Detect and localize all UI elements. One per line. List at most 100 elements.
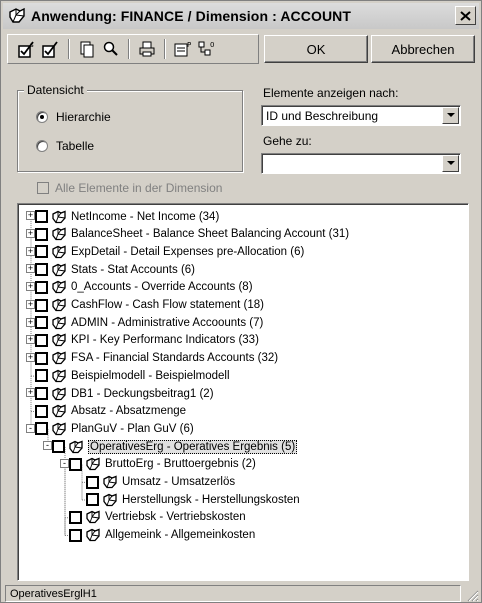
member-icon xyxy=(52,316,66,329)
tree-checkbox[interactable] xyxy=(35,316,48,330)
svg-text:s: s xyxy=(30,41,34,49)
find-button[interactable] xyxy=(100,38,122,60)
tree-item-label: CashFlow - Cash Flow statement (18) xyxy=(71,299,265,311)
tree-checkbox[interactable] xyxy=(35,245,48,259)
expand-button[interactable]: + xyxy=(26,246,35,256)
properties-button[interactable]: P xyxy=(172,38,194,60)
dropdown-arrow-icon xyxy=(446,113,455,117)
toolbar: s P 0 xyxy=(7,34,259,64)
print-button[interactable] xyxy=(136,38,158,60)
tree-checkbox[interactable] xyxy=(35,369,48,383)
tree-item[interactable]: BruttoErg - Bruttoergebnis (2) xyxy=(69,456,256,473)
tree-checkbox[interactable] xyxy=(86,475,99,489)
expand-button[interactable]: + xyxy=(26,317,35,327)
check-all-icon: s xyxy=(18,41,34,58)
expand-button[interactable]: + xyxy=(26,299,35,309)
select-all-button[interactable]: s xyxy=(16,38,38,60)
tree-item[interactable]: 0_Accounts - Override Accounts (8) xyxy=(35,279,253,296)
all-elements-checkbox[interactable]: Alle Elemente in der Dimension xyxy=(37,181,222,195)
deselect-button[interactable] xyxy=(40,38,62,60)
member-icon xyxy=(86,510,100,524)
member-icon xyxy=(103,493,117,506)
hierarchy-icon: 0 xyxy=(198,41,214,56)
tree-item[interactable]: KPI - Key Performanc Indicators (33) xyxy=(35,332,259,349)
tree-checkbox[interactable] xyxy=(35,298,48,312)
tree-item[interactable]: OperativesErg - Operatives Ergebnis (5) xyxy=(52,438,298,455)
close-button[interactable] xyxy=(455,6,476,25)
tree-item[interactable]: PlanGuV - Plan GuV (6) xyxy=(35,420,194,437)
tree-item[interactable]: ADMIN - Administrative Accoounts (7) xyxy=(35,314,263,331)
expand-button[interactable]: + xyxy=(26,229,35,239)
radio-label: Tabelle xyxy=(56,139,95,153)
ok-button[interactable]: OK xyxy=(264,35,368,63)
hierarchy-button[interactable]: 0 xyxy=(196,38,218,60)
tree-checkbox[interactable] xyxy=(69,528,82,542)
resize-grip-icon[interactable] xyxy=(465,588,479,602)
tree-item-label: PlanGuV - Plan GuV (6) xyxy=(71,422,194,435)
tree-checkbox[interactable] xyxy=(35,387,48,400)
radio-hierarchie[interactable]: Hierarchie xyxy=(36,110,111,124)
datensicht-group: Datensicht Hierarchie Tabelle xyxy=(17,83,243,172)
collapse-button[interactable]: - xyxy=(60,459,69,469)
tree-item[interactable]: Umsatz - Umsatzerlös xyxy=(86,474,235,491)
tree-checkbox[interactable] xyxy=(52,440,65,454)
tree-checkbox[interactable] xyxy=(35,227,48,241)
tree-item[interactable]: Beispielmodell - Beispielmodell xyxy=(35,367,230,384)
tree-item-label: ADMIN - Administrative Accoounts (7) xyxy=(71,316,264,329)
checkbox-box[interactable] xyxy=(37,182,49,194)
tree-item[interactable]: FSA - Financial Standards Accounts (32) xyxy=(35,350,278,367)
tree-item[interactable]: NetIncome - Net Income (34) xyxy=(35,208,219,225)
tree-item[interactable]: ExpDetail - Detail Expenses pre-Allocati… xyxy=(35,243,304,260)
elements-display-select[interactable]: ID und Beschreibung xyxy=(261,105,461,126)
datensicht-legend: Datensicht xyxy=(24,83,87,97)
tree-item[interactable]: Absatz - Absatzmenge xyxy=(35,403,186,420)
tree-item-label: 0_Accounts - Override Accounts (8) xyxy=(71,281,253,294)
uncheck-icon xyxy=(42,41,58,58)
tree-item[interactable]: Stats - Stat Accounts (6) xyxy=(35,261,195,278)
tree-checkbox[interactable] xyxy=(35,351,48,365)
expand-button[interactable]: + xyxy=(26,282,35,292)
expand-button[interactable]: + xyxy=(26,211,35,221)
tree-checkbox[interactable] xyxy=(35,280,48,294)
tree-item-label: Stats - Stat Accounts (6) xyxy=(71,263,195,276)
copy-button[interactable] xyxy=(76,38,98,60)
member-icon xyxy=(52,369,66,382)
dropdown-button[interactable] xyxy=(442,155,459,172)
member-tree[interactable]: + NetIncome - Net Income (34) + BalanceShee… xyxy=(17,203,469,581)
dropdown-button[interactable] xyxy=(442,107,459,124)
goto-label: Gehe zu: xyxy=(263,134,312,148)
collapse-button[interactable]: - xyxy=(26,423,35,433)
collapse-button[interactable]: - xyxy=(43,441,52,451)
tree-item[interactable]: Vertriebsk - Vertriebskosten xyxy=(69,509,246,526)
radio-button[interactable] xyxy=(36,111,48,123)
tree-item[interactable]: Allgemeink - Allgemeinkosten xyxy=(69,527,255,544)
status-text: OperativesErglH1 xyxy=(10,587,97,600)
tree-item[interactable]: BalanceSheet - Balance Sheet Balancing A… xyxy=(35,226,349,243)
expand-button[interactable]: + xyxy=(26,335,35,345)
expand-button[interactable]: + xyxy=(26,388,35,398)
member-icon xyxy=(52,227,66,241)
member-icon xyxy=(103,475,117,489)
member-icon xyxy=(52,351,66,365)
tree-checkbox[interactable] xyxy=(35,263,48,277)
tree-checkbox[interactable] xyxy=(69,457,82,471)
tree-checkbox[interactable] xyxy=(35,404,48,418)
tree-checkbox[interactable] xyxy=(86,493,99,507)
tree-checkbox[interactable] xyxy=(35,210,48,223)
radio-label: Hierarchie xyxy=(56,110,111,124)
tree-checkbox[interactable] xyxy=(35,422,48,436)
tree-item[interactable]: DB1 - Deckungsbeitrag1 (2) xyxy=(35,385,214,402)
goto-select[interactable] xyxy=(261,153,461,174)
tree-item-label: BalanceSheet - Balance Sheet Balancing A… xyxy=(71,228,350,241)
title-bar[interactable]: Anwendung: FINANCE / Dimension : ACCOUNT xyxy=(3,3,479,29)
print-icon xyxy=(139,41,155,57)
radio-button[interactable] xyxy=(36,140,48,152)
expand-button[interactable]: + xyxy=(26,352,35,362)
tree-item[interactable]: CashFlow - Cash Flow statement (18) xyxy=(35,297,264,314)
tree-checkbox[interactable] xyxy=(35,333,48,347)
tree-checkbox[interactable] xyxy=(69,510,82,524)
tree-item[interactable]: Herstellungsk - Herstellungskosten xyxy=(86,491,300,508)
radio-tabelle[interactable]: Tabelle xyxy=(36,139,94,153)
cancel-button[interactable]: Abbrechen xyxy=(371,35,475,63)
expand-button[interactable]: + xyxy=(26,264,35,274)
